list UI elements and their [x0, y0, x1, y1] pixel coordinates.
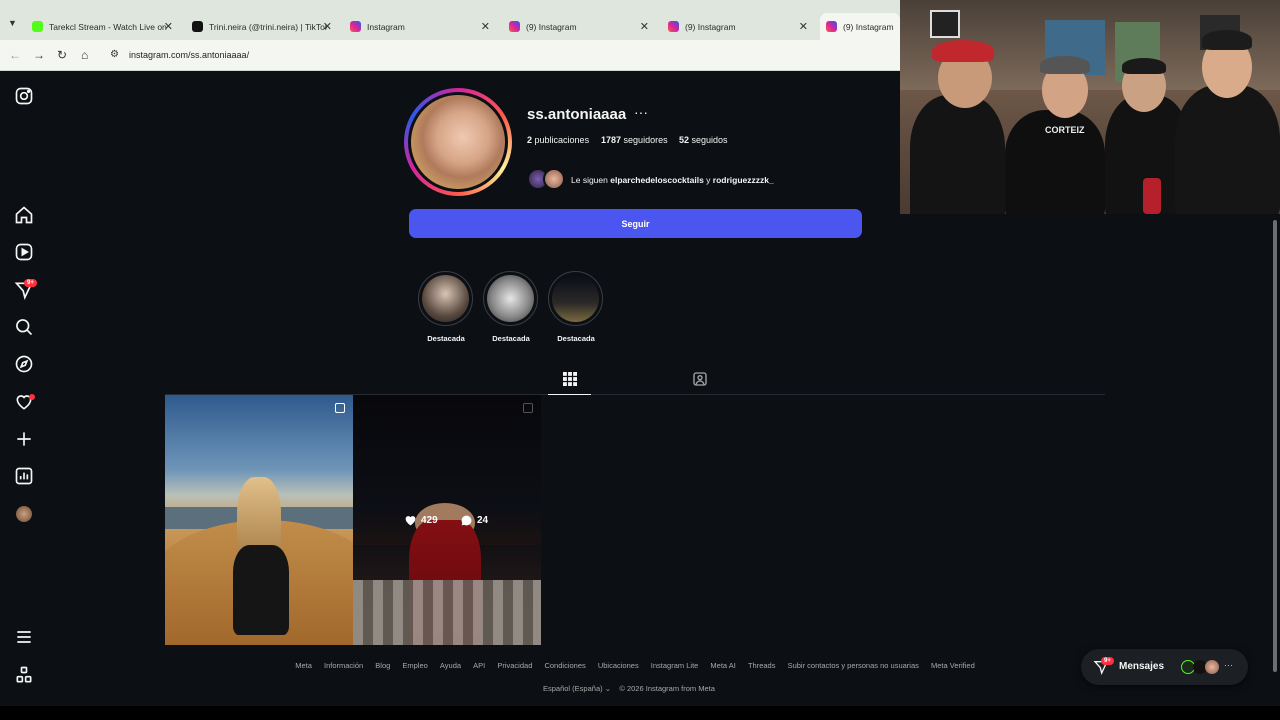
close-icon[interactable]: ✕ — [164, 20, 173, 33]
close-icon[interactable]: ✕ — [323, 20, 332, 33]
posts-count: 2 publicaciones — [527, 135, 590, 145]
forward-icon[interactable]: → — [33, 48, 45, 62]
profile-username: ss.antoniaaaa — [527, 106, 627, 123]
footer-link[interactable]: Ubicaciones — [598, 661, 639, 670]
profile-picture[interactable] — [404, 88, 512, 196]
heart-icon — [405, 516, 416, 526]
more-icon[interactable]: ··· — [1224, 660, 1233, 670]
mutual-followers-text[interactable]: Le siguen elparchedeloscocktails y rodri… — [571, 175, 774, 185]
post-likes: 429 — [404, 514, 438, 527]
tab-list-dropdown-icon[interactable]: ▼ — [8, 18, 17, 28]
profile-avatar[interactable] — [16, 506, 32, 522]
tab-title: Trini.neira (@trini.neira) | TikTok — [209, 21, 327, 32]
tagged-icon — [693, 372, 707, 386]
language-select[interactable]: Español (España) — [543, 684, 603, 693]
instagram-icon — [350, 21, 361, 32]
footer-link[interactable]: Condiciones — [544, 661, 585, 670]
footer-bottom: Español (España) ⌄ © 2026 Instagram from… — [543, 684, 715, 693]
tab-title: (9) Instagram — [526, 21, 577, 32]
followers-count[interactable]: 1787 seguidores — [601, 135, 668, 145]
browser-tab-bar: ▼ Tarekcl Stream - Watch Live on ✕ Trini… — [0, 0, 900, 40]
tab-title: (9) Instagram — [685, 21, 736, 32]
activity-dot — [29, 394, 35, 400]
footer-link[interactable]: API — [473, 661, 485, 670]
story-highlight[interactable]: Destacada — [548, 271, 604, 343]
footer-link[interactable]: Instagram Lite — [651, 661, 699, 670]
carousel-icon — [523, 403, 533, 413]
footer-link[interactable]: Meta AI — [710, 661, 735, 670]
instagram-icon — [509, 21, 520, 32]
messages-label: Mensajes — [1119, 661, 1165, 672]
following-count[interactable]: 52 seguidos — [679, 135, 728, 145]
webcam-shirt-text: CORTEIZ — [1045, 125, 1085, 135]
messages-badge: 9+ — [1101, 657, 1114, 665]
menu-icon[interactable] — [14, 627, 34, 647]
back-icon[interactable]: ← — [9, 48, 21, 62]
home-icon[interactable] — [14, 205, 34, 225]
avatar — [543, 168, 565, 190]
footer-link[interactable]: Subir contactos y personas no usuarias — [788, 661, 919, 670]
url-field[interactable]: instagram.com/ss.antoniaaaa/ — [129, 50, 249, 60]
footer-link[interactable]: Blog — [375, 661, 390, 670]
search-icon[interactable] — [14, 317, 34, 337]
tab-title: (9) Instagram — [843, 21, 894, 32]
messages-button[interactable]: 9+ Mensajes ··· — [1081, 649, 1248, 685]
instagram-icon — [826, 21, 837, 32]
footer-link[interactable]: Información — [324, 661, 363, 670]
tab-title: Instagram — [367, 21, 405, 32]
footer-link[interactable]: Meta — [295, 661, 312, 670]
close-icon[interactable]: ✕ — [799, 20, 808, 33]
follow-button[interactable]: Seguir — [409, 209, 862, 238]
grid-icon — [562, 372, 577, 386]
reels-icon[interactable] — [14, 242, 34, 262]
instagram-icon — [668, 21, 679, 32]
footer-link[interactable]: Ayuda — [440, 661, 461, 670]
footer-link[interactable]: Threads — [748, 661, 776, 670]
story-highlight[interactable]: Destacada — [418, 271, 474, 343]
create-icon[interactable] — [14, 429, 34, 449]
site-info-icon[interactable]: ⚙ — [110, 49, 119, 60]
post-comments: 24 — [460, 514, 488, 527]
scrollbar[interactable] — [1270, 214, 1280, 706]
browser-tab[interactable]: (9) Instagram ✕ — [503, 13, 657, 40]
address-bar: ← → ↻ ⌂ ⚙ instagram.com/ss.antoniaaaa/ — [0, 40, 900, 71]
comment-icon — [461, 515, 472, 526]
webcam-person — [910, 95, 1005, 214]
kick-icon — [32, 21, 43, 32]
browser-tab[interactable]: Instagram ✕ — [344, 13, 498, 40]
post-thumbnail[interactable]: 429 24 — [353, 395, 541, 645]
more-options-icon[interactable]: ··· — [634, 104, 648, 120]
browser-tab[interactable]: Tarekcl Stream - Watch Live on ✕ — [26, 13, 181, 40]
chevron-down-icon[interactable]: ⌄ — [605, 684, 611, 693]
footer-link[interactable]: Meta Verified — [931, 661, 975, 670]
explore-icon[interactable] — [14, 354, 34, 374]
browser-tab-active[interactable]: (9) Instagram — [820, 13, 900, 40]
dashboard-icon[interactable] — [14, 466, 34, 486]
browser-tab[interactable]: Trini.neira (@trini.neira) | TikTok ✕ — [186, 13, 340, 40]
post-thumbnail[interactable] — [165, 395, 353, 645]
webcam-overlay: CORTEIZ — [900, 0, 1280, 214]
browser-tab[interactable]: (9) Instagram ✕ — [662, 13, 816, 40]
copyright: © 2026 Instagram from Meta — [619, 684, 715, 693]
carousel-icon — [335, 403, 345, 413]
tab-posts[interactable] — [548, 370, 591, 395]
footer-link[interactable]: Empleo — [402, 661, 427, 670]
story-highlight[interactable]: Destacada — [483, 271, 539, 343]
footer-link[interactable]: Privacidad — [497, 661, 532, 670]
reload-icon[interactable]: ↻ — [57, 48, 67, 62]
tiktok-icon — [192, 21, 203, 32]
tab-title: Tarekcl Stream - Watch Live on — [49, 21, 167, 32]
instagram-logo-icon[interactable] — [14, 86, 34, 106]
notification-badge: 9+ — [24, 279, 37, 287]
close-icon[interactable]: ✕ — [640, 20, 649, 33]
tab-tagged[interactable] — [692, 371, 708, 392]
home-icon[interactable]: ⌂ — [81, 48, 88, 62]
footer-links: Meta Información Blog Empleo Ayuda API P… — [0, 661, 1270, 670]
avatar — [1205, 660, 1219, 674]
close-icon[interactable]: ✕ — [481, 20, 490, 33]
bottom-strip — [0, 706, 1280, 720]
